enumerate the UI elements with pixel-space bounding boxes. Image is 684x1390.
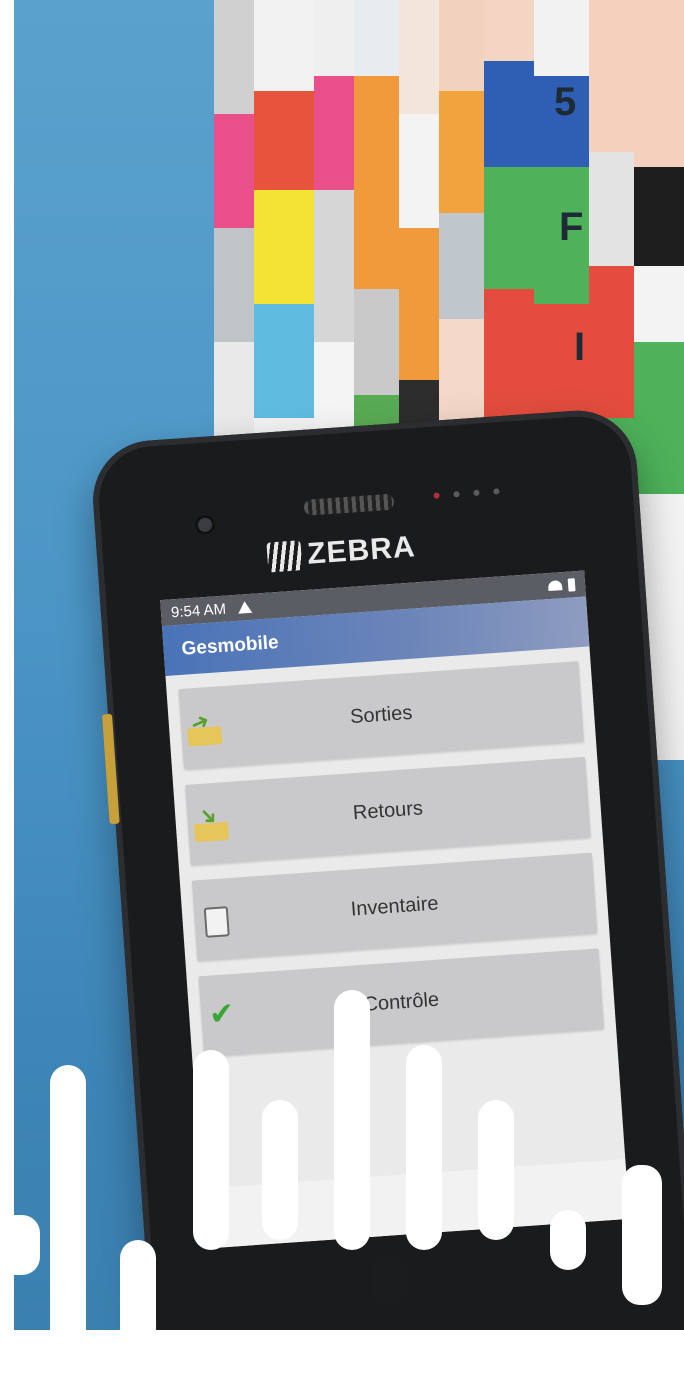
controle-label: Contrôle bbox=[362, 988, 440, 1016]
background-photo: 5 F I U F 46 ZEBRA 9:54 AM bbox=[14, 0, 684, 1377]
speaker-grille bbox=[303, 493, 395, 516]
clipboard-icon bbox=[203, 906, 230, 938]
main-menu: Sorties Retours Inventaire Contrôle bbox=[165, 646, 618, 1087]
screen-footer bbox=[201, 1159, 630, 1249]
controle-button[interactable]: Contrôle bbox=[198, 948, 605, 1057]
folder-out-icon bbox=[186, 714, 223, 747]
spine-label-3: I bbox=[574, 325, 586, 369]
device-screen: 9:54 AM Gesmobile Sorties Retours bbox=[160, 570, 630, 1249]
status-time: 9:54 AM bbox=[170, 600, 227, 621]
side-scan-button[interactable] bbox=[102, 713, 120, 825]
brand-name: ZEBRA bbox=[306, 530, 417, 571]
camera-icon bbox=[194, 514, 216, 536]
spine-label-1: 5 bbox=[554, 80, 577, 124]
warning-icon bbox=[237, 600, 253, 614]
sorties-button[interactable]: Sorties bbox=[178, 661, 585, 769]
folder-in-icon bbox=[193, 810, 230, 843]
retours-button[interactable]: Retours bbox=[185, 756, 591, 865]
wifi-icon bbox=[547, 580, 563, 592]
battery-icon bbox=[567, 577, 576, 592]
inventaire-label: Inventaire bbox=[349, 892, 440, 921]
app-title: Gesmobile bbox=[180, 632, 280, 660]
spine-label-2: F bbox=[559, 205, 584, 249]
inventaire-button[interactable]: Inventaire bbox=[191, 852, 598, 961]
zebra-logo-icon bbox=[266, 540, 303, 573]
indicator-leds bbox=[433, 487, 514, 503]
device-brand: ZEBRA bbox=[266, 524, 468, 578]
left-margin bbox=[0, 0, 14, 1377]
checkmark-icon bbox=[206, 1002, 242, 1034]
retours-label: Retours bbox=[352, 796, 424, 824]
sorties-label: Sorties bbox=[349, 701, 414, 728]
handheld-device: ZEBRA 9:54 AM Gesmobile Sorties R bbox=[89, 406, 684, 1377]
